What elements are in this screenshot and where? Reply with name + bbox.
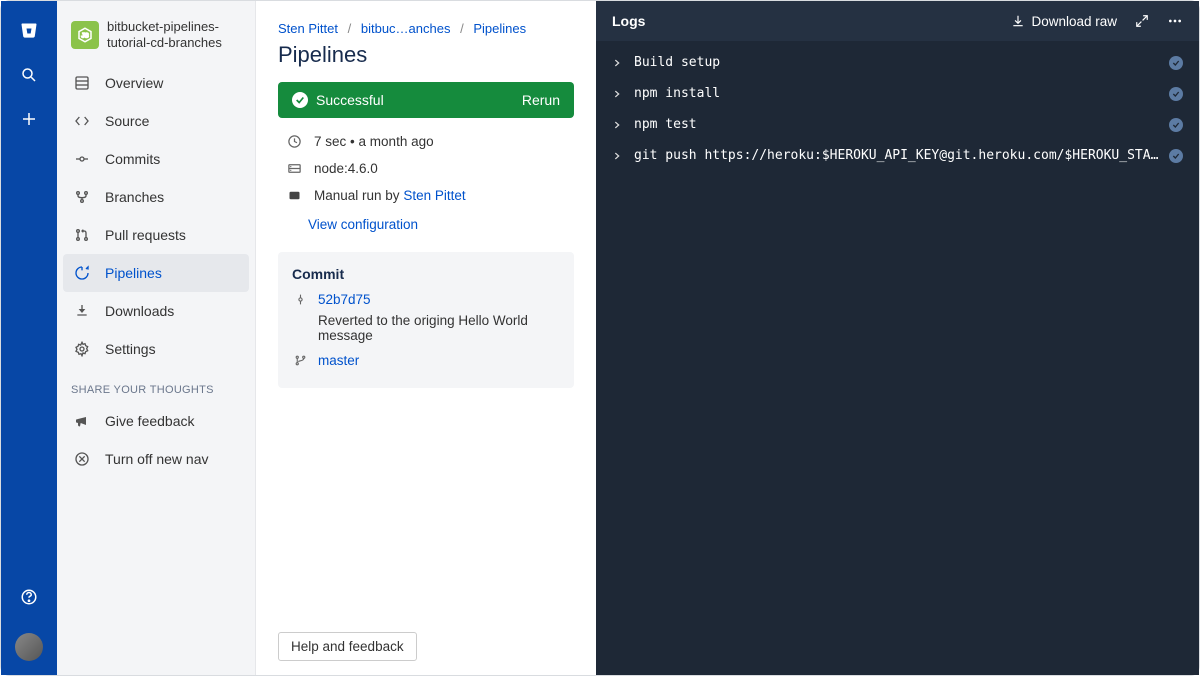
- branches-icon: [71, 186, 93, 208]
- container-icon: [284, 161, 304, 176]
- pipeline-status-bar: Successful Rerun: [278, 82, 574, 118]
- trigger-user-link[interactable]: Sten Pittet: [403, 188, 465, 203]
- log-step[interactable]: npm test: [612, 109, 1183, 140]
- sidebar-item-feedback[interactable]: Give feedback: [57, 402, 255, 440]
- sidebar-item-label: Commits: [105, 151, 160, 167]
- view-configuration-link[interactable]: View configuration: [308, 217, 418, 232]
- log-step-cmd: npm test: [634, 117, 1161, 132]
- chevron-right-icon: [612, 58, 626, 68]
- source-icon: [71, 110, 93, 132]
- step-status-ok-icon: [1169, 87, 1183, 101]
- global-rail: [1, 1, 57, 675]
- meta-image-value: node:4.6.0: [314, 161, 378, 176]
- step-status-ok-icon: [1169, 149, 1183, 163]
- log-step-cmd: npm install: [634, 86, 1161, 101]
- sidebar-item-label: Pull requests: [105, 227, 186, 243]
- commit-heading: Commit: [292, 266, 560, 282]
- pipeline-detail-column: Sten Pittet / bitbuc…anches / Pipelines …: [256, 1, 596, 675]
- breadcrumb: Sten Pittet / bitbuc…anches / Pipelines: [278, 21, 574, 36]
- log-step[interactable]: npm install: [612, 78, 1183, 109]
- log-step[interactable]: Build setup: [612, 47, 1183, 78]
- overview-icon: [71, 72, 93, 94]
- meta-trigger: Manual run by Sten Pittet: [278, 184, 574, 207]
- sidebar-item-label: Overview: [105, 75, 163, 91]
- create-icon[interactable]: [13, 103, 45, 135]
- commit-card: Commit 52b7d75 Reverted to the origing H…: [278, 252, 574, 388]
- close-circle-icon: [71, 448, 93, 470]
- chevron-right-icon: [612, 89, 626, 99]
- commit-message: Reverted to the origing Hello World mess…: [318, 313, 560, 343]
- expand-icon[interactable]: [1135, 14, 1149, 28]
- bitbucket-logo-icon[interactable]: [13, 15, 45, 47]
- clock-icon: [284, 134, 304, 149]
- svg-text:JS: JS: [81, 34, 88, 40]
- sidebar-item-branches[interactable]: Branches: [57, 178, 255, 216]
- sidebar-item-source[interactable]: Source: [57, 102, 255, 140]
- breadcrumb-page[interactable]: Pipelines: [473, 21, 526, 36]
- sidebar-item-label: Downloads: [105, 303, 174, 319]
- help-feedback-button[interactable]: Help and feedback: [278, 632, 417, 661]
- logs-body[interactable]: Build setup npm install npm test git pus…: [596, 41, 1199, 675]
- commit-icon: [292, 293, 308, 306]
- breadcrumb-user[interactable]: Sten Pittet: [278, 21, 338, 36]
- chevron-right-icon: [612, 151, 626, 161]
- log-step[interactable]: git push https://heroku:$HEROKU_API_KEY@…: [612, 140, 1183, 171]
- sidebar-item-label: Pipelines: [105, 265, 162, 281]
- repo-header[interactable]: JS bitbucket-pipelines-tutorial-cd-branc…: [57, 15, 255, 64]
- sidebar-item-downloads[interactable]: Downloads: [57, 292, 255, 330]
- sidebar-section-label: SHARE YOUR THOUGHTS: [57, 368, 255, 402]
- log-step-cmd: Build setup: [634, 55, 1161, 70]
- search-icon[interactable]: [13, 59, 45, 91]
- breadcrumb-sep: /: [460, 21, 464, 36]
- sidebar-item-overview[interactable]: Overview: [57, 64, 255, 102]
- branch-icon: [292, 354, 308, 367]
- sidebar-item-label: Turn off new nav: [105, 451, 209, 467]
- sidebar-item-label: Settings: [105, 341, 156, 357]
- sidebar-item-pull-requests[interactable]: Pull requests: [57, 216, 255, 254]
- step-status-ok-icon: [1169, 56, 1183, 70]
- help-icon[interactable]: [13, 581, 45, 613]
- user-avatar[interactable]: [15, 633, 43, 661]
- sidebar: JS bitbucket-pipelines-tutorial-cd-branc…: [57, 1, 256, 675]
- run-icon: [284, 188, 304, 203]
- sidebar-item-turn-off-nav[interactable]: Turn off new nav: [57, 440, 255, 478]
- chevron-right-icon: [612, 120, 626, 130]
- breadcrumb-repo[interactable]: bitbuc…anches: [361, 21, 451, 36]
- repo-logo: JS: [71, 21, 99, 49]
- logs-title: Logs: [612, 13, 645, 29]
- meta-duration-value: 7 sec: [314, 134, 346, 149]
- downloads-icon: [71, 300, 93, 322]
- check-circle-icon: [292, 92, 308, 108]
- pull-requests-icon: [71, 224, 93, 246]
- logs-panel: Logs Download raw Bui: [596, 1, 1199, 675]
- meta-duration: 7 sec • a month ago: [278, 130, 574, 153]
- step-status-ok-icon: [1169, 118, 1183, 132]
- repo-name: bitbucket-pipelines-tutorial-cd-branches: [107, 19, 241, 52]
- pipelines-icon: [71, 262, 93, 284]
- status-text: Successful: [316, 92, 384, 108]
- commits-icon: [71, 148, 93, 170]
- breadcrumb-sep: /: [348, 21, 352, 36]
- sidebar-item-settings[interactable]: Settings: [57, 330, 255, 368]
- sidebar-item-label: Give feedback: [105, 413, 195, 429]
- page-title: Pipelines: [278, 42, 574, 68]
- meta-image: node:4.6.0: [278, 157, 574, 180]
- sidebar-item-pipelines[interactable]: Pipelines: [63, 254, 249, 292]
- meta-when-value: a month ago: [359, 134, 434, 149]
- commit-branch-link[interactable]: master: [318, 353, 359, 368]
- commit-hash-link[interactable]: 52b7d75: [318, 292, 371, 307]
- more-icon[interactable]: [1167, 13, 1183, 29]
- sidebar-item-label: Source: [105, 113, 149, 129]
- rerun-button[interactable]: Rerun: [522, 92, 560, 108]
- log-step-cmd: git push https://heroku:$HEROKU_API_KEY@…: [634, 148, 1161, 163]
- sidebar-item-label: Branches: [105, 189, 164, 205]
- megaphone-icon: [71, 410, 93, 432]
- sidebar-item-commits[interactable]: Commits: [57, 140, 255, 178]
- logs-header: Logs Download raw: [596, 1, 1199, 41]
- download-raw-button[interactable]: Download raw: [1011, 14, 1117, 29]
- settings-icon: [71, 338, 93, 360]
